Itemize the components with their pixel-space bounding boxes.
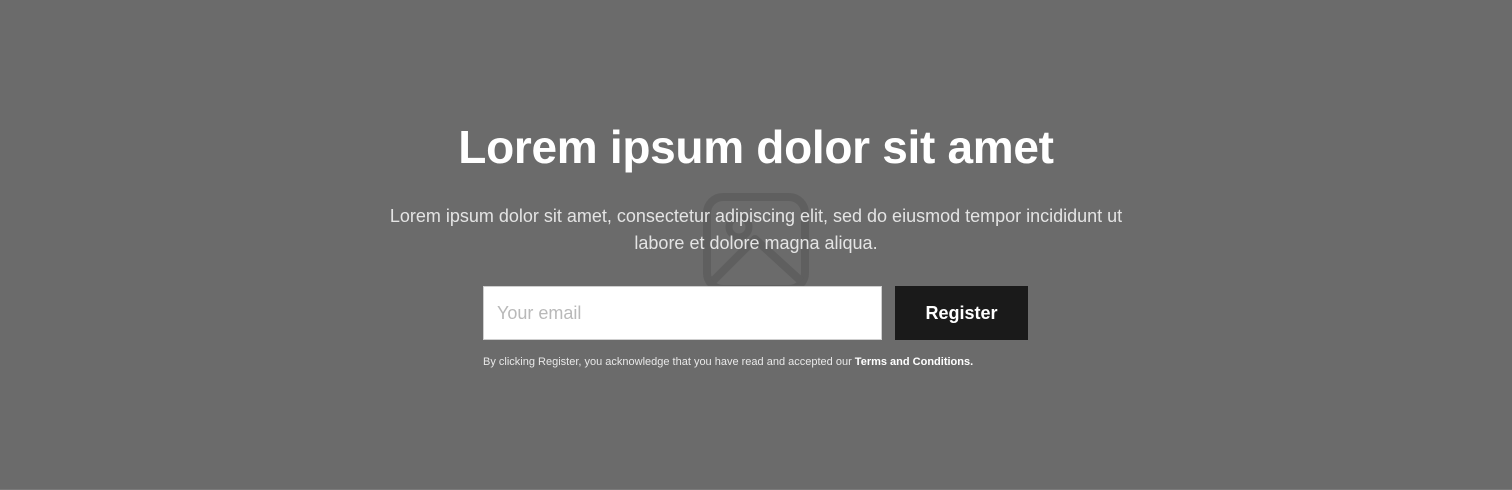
hero-section: Lorem ipsum dolor sit amet Lorem ipsum d…: [0, 0, 1512, 490]
disclaimer-text: By clicking Register, you acknowledge th…: [483, 356, 855, 368]
terms-link[interactable]: Terms and Conditions.: [855, 356, 973, 368]
hero-content: Lorem ipsum dolor sit amet Lorem ipsum d…: [0, 0, 1512, 490]
email-input[interactable]: [483, 286, 882, 340]
terms-disclaimer: By clicking Register, you acknowledge th…: [483, 355, 1183, 369]
hero-title: Lorem ipsum dolor sit amet: [458, 121, 1054, 173]
register-button[interactable]: Register: [895, 286, 1028, 340]
signup-form: Register: [483, 286, 1029, 340]
hero-subtitle: Lorem ipsum dolor sit amet, consectetur …: [389, 206, 1123, 253]
